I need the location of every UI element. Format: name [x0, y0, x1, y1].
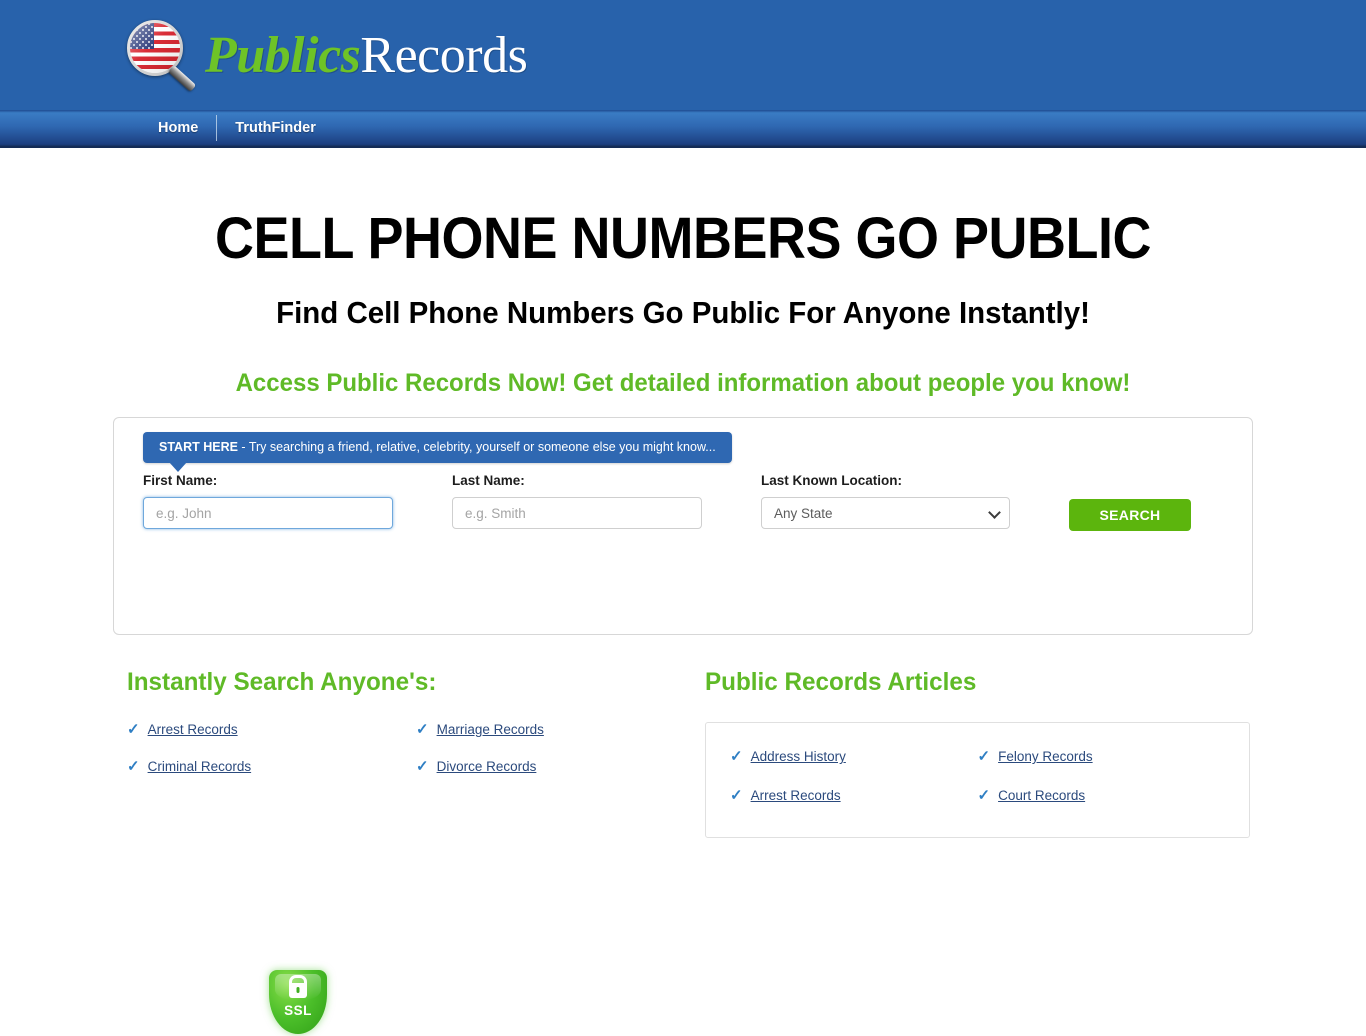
first-name-group: First Name: [143, 473, 393, 529]
nav-item-home[interactable]: Home [140, 111, 216, 145]
check-icon: ✓ [416, 758, 429, 775]
link-court-records[interactable]: Court Records [998, 788, 1085, 803]
start-here-banner: START HERE - Try searching a friend, rel… [143, 432, 732, 472]
list-item[interactable]: ✓ Divorce Records [416, 759, 705, 774]
nav-divider [216, 115, 218, 141]
list-item[interactable]: ✓ Felony Records [978, 749, 1226, 764]
list-item[interactable]: ✓ Criminal Records [127, 759, 416, 774]
flag-stars [130, 23, 154, 49]
nav-item-truthfinder[interactable]: TruthFinder [217, 111, 334, 145]
site-header: PublicsRecords [0, 0, 1366, 110]
search-card: START HERE - Try searching a friend, rel… [113, 417, 1253, 1034]
articles-title: Public Records Articles [705, 668, 977, 696]
search-button[interactable]: SEARCH [1069, 499, 1191, 531]
last-name-label: Last Name: [452, 473, 525, 488]
check-icon: ✓ [127, 721, 140, 738]
ssl-badge: SSL [269, 970, 327, 1036]
location-group: Last Known Location: Any State [761, 473, 1010, 529]
logo-text-primary: Publics [205, 26, 361, 84]
start-here-label: START HERE [159, 440, 238, 454]
list-item[interactable]: ✓ Arrest Records [127, 722, 416, 737]
magnifier-handle [167, 65, 197, 92]
instant-search-title: Instantly Search Anyone's: [127, 668, 437, 696]
link-arrest-records-article[interactable]: Arrest Records [751, 788, 841, 803]
last-name-input[interactable] [452, 497, 702, 529]
page-title: CELL PHONE NUMBERS GO PUBLIC [215, 206, 1151, 271]
site-logo[interactable]: PublicsRecords [125, 14, 528, 96]
location-select[interactable]: Any State [761, 497, 1010, 529]
bottom-columns: Instantly Search Anyone's: ✓ Arrest Reco… [0, 668, 1366, 838]
link-criminal-records[interactable]: Criminal Records [148, 759, 252, 774]
padlock-icon [289, 983, 307, 998]
check-icon: ✓ [416, 721, 429, 738]
list-item[interactable]: ✓ Arrest Records [730, 788, 978, 803]
magnifying-glass-icon [125, 16, 201, 94]
search-form: First Name: Last Name: Last Known Locati… [143, 473, 1232, 531]
check-icon: ✓ [977, 787, 991, 804]
start-here-hint: - Try searching a friend, relative, cele… [237, 440, 716, 454]
check-icon: ✓ [127, 758, 140, 775]
link-marriage-records[interactable]: Marriage Records [437, 722, 544, 737]
last-name-group: Last Name: [452, 473, 702, 529]
location-select-wrap: Any State [761, 497, 1010, 529]
instant-search-links: ✓ Arrest Records ✓ Marriage Records ✓ Cr… [127, 722, 705, 796]
banner-pointer [169, 462, 187, 472]
check-icon: ✓ [730, 748, 743, 765]
first-name-input[interactable] [143, 497, 393, 529]
logo-text: PublicsRecords [205, 26, 528, 84]
list-item[interactable]: ✓ Marriage Records [416, 722, 705, 737]
link-address-history[interactable]: Address History [751, 749, 846, 764]
flag-canton [130, 23, 154, 49]
link-divorce-records[interactable]: Divorce Records [437, 759, 537, 774]
articles-box: ✓ Address History ✓ Felony Records ✓ Arr… [705, 722, 1250, 838]
shield-icon: SSL [269, 970, 327, 1034]
articles-column: Public Records Articles ✓ Address Histor… [705, 668, 1250, 838]
page-tagline: Access Public Records Now! Get detailed … [235, 369, 1131, 397]
link-arrest-records[interactable]: Arrest Records [148, 722, 238, 737]
list-item[interactable]: ✓ Address History [730, 749, 978, 764]
logo-text-secondary: Records [360, 26, 528, 84]
link-felony-records[interactable]: Felony Records [998, 749, 1093, 764]
check-icon: ✓ [977, 748, 991, 765]
main-navigation: Home TruthFinder [0, 110, 1366, 148]
ssl-label: SSL [284, 1003, 312, 1018]
location-label: Last Known Location: [761, 473, 902, 488]
hero-section: CELL PHONE NUMBERS GO PUBLIC Find Cell P… [0, 148, 1366, 398]
first-name-label: First Name: [143, 473, 218, 488]
check-icon: ✓ [730, 787, 743, 804]
instant-search-column: Instantly Search Anyone's: ✓ Arrest Reco… [127, 668, 705, 838]
page-subtitle: Find Cell Phone Numbers Go Public For An… [276, 295, 1090, 330]
articles-links: ✓ Address History ✓ Felony Records ✓ Arr… [730, 749, 1225, 827]
list-item[interactable]: ✓ Court Records [978, 788, 1226, 803]
